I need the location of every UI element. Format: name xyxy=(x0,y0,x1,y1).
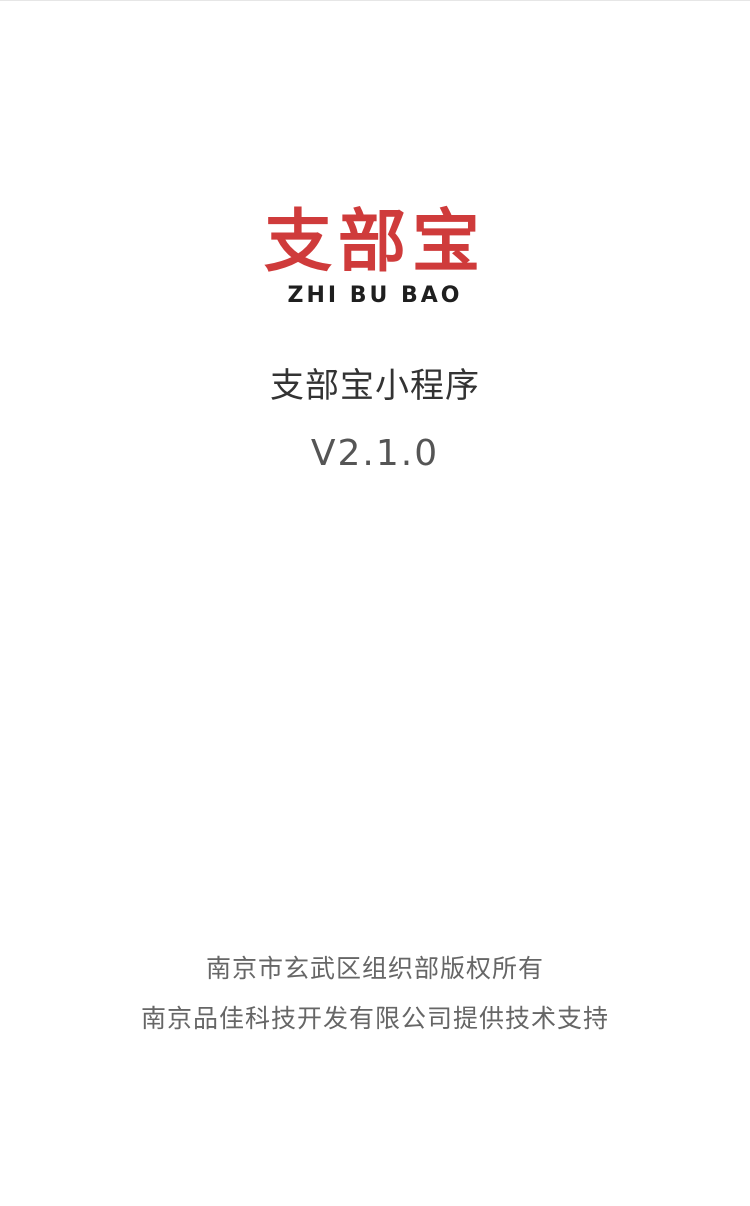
logo-chinese-text: 支部宝 xyxy=(263,203,486,282)
app-version: V2.1.0 xyxy=(310,433,440,474)
app-logo: 支部宝 ZHI BU BAO xyxy=(0,205,750,309)
app-name: 支部宝小程序 xyxy=(270,366,480,406)
top-divider xyxy=(0,0,750,1)
copyright-text: 南京市玄武区组织部版权所有 xyxy=(205,954,544,983)
tech-support-text: 南京品佳科技开发有限公司提供技术支持 xyxy=(140,1004,609,1033)
logo-pinyin-text: ZHI BU BAO xyxy=(287,283,463,308)
